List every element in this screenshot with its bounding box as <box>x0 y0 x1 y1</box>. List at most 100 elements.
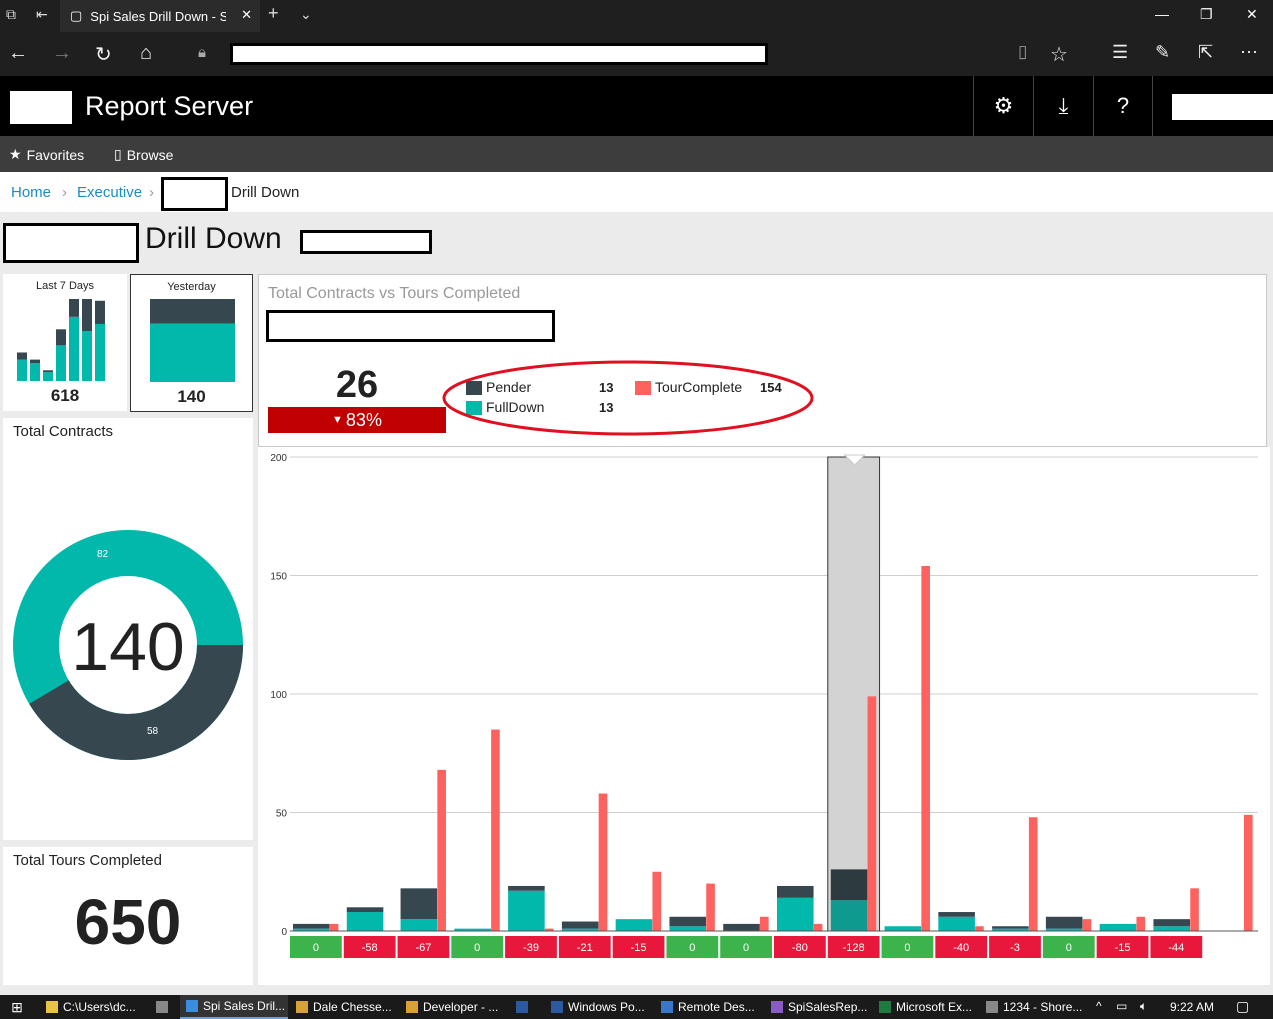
total-contracts-tile[interactable]: Total Contracts 140 82 58 <box>3 418 253 840</box>
bar-pender <box>992 926 1029 929</box>
taskbar-item[interactable]: SpiSalesRep... <box>765 995 871 1019</box>
bar-pender <box>508 885 545 891</box>
bar-pender <box>1153 919 1191 927</box>
taskbar-item-label: Microsoft Ex... <box>896 1000 973 1014</box>
tile-value: 618 <box>50 386 80 405</box>
app-title[interactable]: Report Server <box>85 91 253 122</box>
bar-tourcomplete <box>921 566 930 931</box>
taskbar-item-label: Developer - ... <box>423 1000 499 1014</box>
taskbar-item[interactable]: Windows Po... <box>545 995 653 1019</box>
breadcrumb-home[interactable]: Home <box>11 184 51 201</box>
bar-tourcomplete <box>329 923 339 931</box>
lock-icon: 🔒︎ <box>198 44 206 61</box>
new-tab-icon[interactable]: + <box>268 3 279 24</box>
browser-title-bar: ⧉ ⇤ ▢ Spi Sales Drill Down - S( ✕ + ⌄ — … <box>0 0 1273 32</box>
last-7-days-tile[interactable]: Last 7 Days 618 <box>3 274 127 411</box>
taskbar-item[interactable]: Spi Sales Dril... <box>180 995 288 1019</box>
powershell-icon <box>551 1001 563 1013</box>
bar-fulldown <box>508 890 545 931</box>
bar-tourcomplete <box>706 883 715 931</box>
bar-pender <box>1045 916 1083 929</box>
excel-icon <box>879 1001 891 1013</box>
mini-bar-teal <box>17 359 27 381</box>
clock-time[interactable]: 9:22 AM <box>1170 1000 1214 1014</box>
taskbar-item-label: Remote Des... <box>678 1000 755 1014</box>
minimize-icon[interactable]: — <box>1155 6 1169 22</box>
browse-icon: ▯ <box>114 146 122 162</box>
share-icon[interactable]: ⇱ <box>1198 42 1213 63</box>
taskbar-item[interactable]: Remote Des... <box>655 995 763 1019</box>
bar-fulldown <box>830 900 868 931</box>
taskbar-item[interactable]: Developer - ... <box>400 995 508 1019</box>
more-icon[interactable]: ⋯ <box>1240 42 1258 63</box>
maximize-icon[interactable]: ❐ <box>1200 6 1213 23</box>
y-tick-label: 100 <box>270 690 287 701</box>
notifications-icon[interactable]: ▢ <box>1236 998 1249 1015</box>
taskbar-item[interactable]: Dale Chesse... <box>290 995 398 1019</box>
tab-manager-icon[interactable]: ⧉ <box>6 6 16 23</box>
forward-icon[interactable]: → <box>52 42 72 65</box>
back-tabs-icon[interactable]: ⇤ <box>36 6 48 23</box>
taskbar-item[interactable] <box>150 995 180 1019</box>
mini-bar-dark <box>43 370 53 373</box>
help-button[interactable]: ? <box>1093 76 1153 136</box>
url-input[interactable] <box>230 43 768 65</box>
user-name[interactable] <box>1172 94 1273 120</box>
chevron-up-icon[interactable]: ^ <box>1096 999 1102 1013</box>
taskbar-item[interactable]: C:\Users\dc... <box>40 995 150 1019</box>
settings-button[interactable]: ⚙ <box>973 76 1033 136</box>
back-icon[interactable]: ← <box>8 42 28 65</box>
diff-cell-label: -15 <box>1115 942 1131 954</box>
pen-icon[interactable]: ✎ <box>1155 42 1170 63</box>
donut-dark-label: 58 <box>147 726 159 737</box>
mini-bar-dark <box>30 359 40 364</box>
bar-pender <box>669 916 707 927</box>
reading-view-icon[interactable]: ▯ <box>1018 42 1027 62</box>
close-window-icon[interactable]: ✕ <box>1246 6 1258 23</box>
page-title: Drill Down <box>145 222 282 255</box>
volume-icon[interactable]: 🔈︎ <box>1140 999 1147 1014</box>
triangle-down-icon: ▼ <box>332 414 343 426</box>
breadcrumb-executive[interactable]: Executive <box>77 184 142 201</box>
chevron-down-icon[interactable]: ⌄ <box>300 6 312 23</box>
taskbar-item[interactable] <box>510 995 544 1019</box>
help-icon: ? <box>1116 93 1130 118</box>
network-icon[interactable]: ▭ <box>1116 999 1127 1013</box>
taskbar-item-label: SpiSalesRep... <box>788 1000 868 1014</box>
taskbar-item-label: C:\Users\dc... <box>63 1000 136 1014</box>
diff-cell-label: -67 <box>415 942 431 954</box>
start-button[interactable]: ⊞ <box>4 995 30 1019</box>
taskbar: ⊞ ^ ▭ 🔈︎ 9:22 AM ▢ C:\Users\dc... Spi Sal… <box>0 995 1273 1019</box>
bar-pender <box>561 921 599 929</box>
bar-pender <box>400 888 438 920</box>
total-tours-tile[interactable]: Total Tours Completed 650 <box>3 847 253 985</box>
taskbar-item[interactable]: Microsoft Ex... <box>873 995 979 1019</box>
redacted-kpi-subtitle <box>266 310 555 342</box>
redacted-breadcrumb[interactable] <box>161 177 228 211</box>
yesterday-tile[interactable]: Yesterday 140 <box>130 274 253 412</box>
diff-cell-label: -80 <box>792 942 808 954</box>
tours-value: 650 <box>74 886 182 958</box>
browse-label: Browse <box>126 146 174 163</box>
refresh-icon[interactable]: ↻ <box>95 42 112 67</box>
mini-bar-teal <box>30 363 40 381</box>
close-icon[interactable]: ✕ <box>241 7 252 23</box>
favorites-hub-icon[interactable]: ☰ <box>1112 42 1128 63</box>
download-button[interactable]: ⤓ <box>1033 76 1093 136</box>
mini-bar-teal <box>95 323 105 381</box>
taskbar-item[interactable]: 1234 - Shore... <box>980 995 1088 1019</box>
kpi-title: Total Contracts vs Tours Completed <box>268 285 521 302</box>
logo[interactable] <box>10 91 72 124</box>
browser-tab[interactable]: ▢ Spi Sales Drill Down - S( ✕ <box>60 0 260 32</box>
bar-tourcomplete <box>867 696 877 931</box>
favorites-menu[interactable]: ★ Favorites <box>9 146 84 163</box>
bar-tourcomplete <box>1136 916 1146 931</box>
diff-cell-label: 0 <box>313 942 319 954</box>
bar-tourcomplete <box>1244 814 1253 931</box>
bar-fulldown <box>615 919 653 931</box>
mini-bar-teal <box>43 372 53 381</box>
favorite-star-icon[interactable]: ☆ <box>1050 42 1068 67</box>
browse-menu[interactable]: ▯ Browse <box>114 146 173 163</box>
home-icon[interactable]: ⌂ <box>140 42 152 65</box>
bar-tourcomplete <box>975 926 984 931</box>
